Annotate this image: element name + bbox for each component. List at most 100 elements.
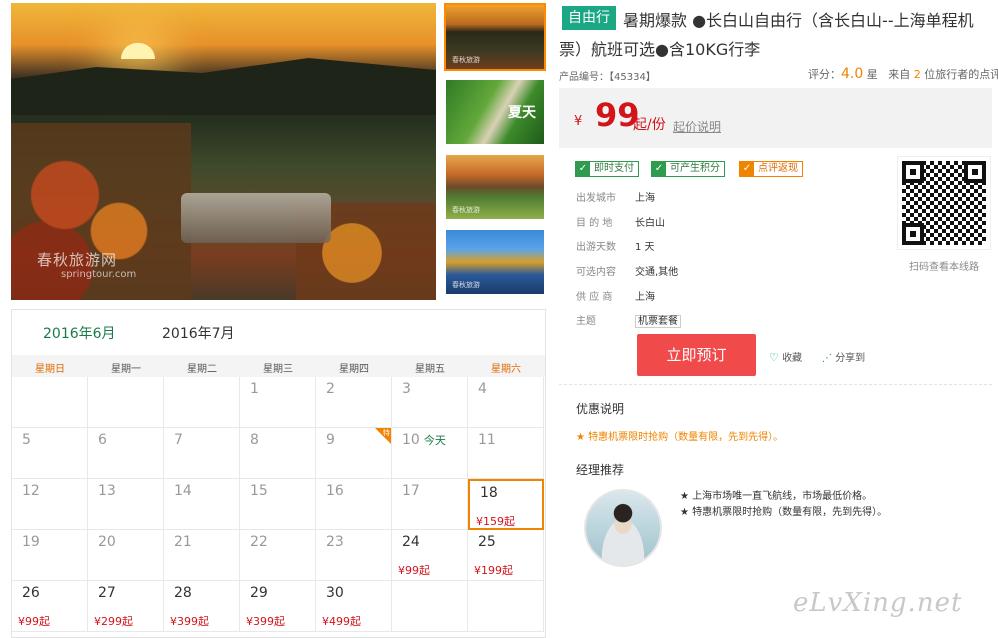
calendar-month-tabs: 2016年6月 2016年7月 [12,310,545,355]
weekday-label: 星期日 [35,364,65,375]
photo-watermark: 春秋旅游网 [37,251,118,269]
info-key: 供 应 商 [576,292,613,303]
thumbnail-boardwalk[interactable]: 夏天 [444,78,546,146]
calendar-day[interactable]: 25 ¥199起 [468,530,544,581]
calendar-day[interactable]: 28 ¥399起 [164,581,240,632]
day-number: 15 [250,483,268,499]
calendar-empty-cell [88,377,164,428]
info-destination: 目 的 地 长白山 [576,214,665,229]
section-divider [559,384,992,385]
tab-july[interactable]: 2016年7月 [162,323,235,343]
day-price: ¥99起 [18,615,50,628]
day-number: 21 [174,534,192,550]
calendar-day: 10 今天 [392,428,468,479]
info-value: 长白山 [635,218,665,229]
photo-watermark-sub: springtour.com [61,269,137,280]
calendar-day[interactable]: 29 ¥399起 [240,581,316,632]
calendar-day[interactable]: 26 ¥99起 [12,581,88,632]
thumbnail-watermark: 春秋旅游 [452,56,480,64]
calendar-day: 8 [240,428,316,479]
calendar-day: 15 [240,479,316,530]
day-number: 12 [22,483,40,499]
info-value: 1 天 [635,242,655,253]
day-number: 22 [250,534,268,550]
heart-icon: ♡ [769,351,779,364]
price-explain-link[interactable]: 起价说明 [673,118,721,135]
manager-avatar [584,489,662,567]
calendar-weekday-header: 星期日 星期一 星期二 星期三 星期四 星期五 星期六 [12,355,545,377]
product-type-badge: 自由行 [562,6,616,30]
info-key: 出发城市 [576,193,616,204]
calendar-day: 6 [88,428,164,479]
day-number: 23 [326,534,344,550]
weekday-label: 星期六 [491,364,521,375]
product-rating: 评分：4.0 星 来自 2 位旅行者的点评 [808,66,998,82]
info-value: 机票套餐 [635,312,681,328]
thumbnail-watermark: 春秋旅游 [452,281,480,289]
day-price: ¥499起 [322,615,361,628]
weekday-label: 星期三 [263,364,293,375]
day-number: 5 [22,432,31,448]
day-number: 7 [174,432,183,448]
day-price: ¥99起 [398,564,430,577]
calendar-day: 9特 [316,428,392,479]
calendar-day[interactable]: 18 ¥159起 [468,479,544,530]
product-id: 产品编号：【45334】 [559,72,656,83]
photo-resort [181,193,331,243]
day-price: ¥299起 [94,615,133,628]
day-number: 27 [98,585,116,601]
manager-heading: 经理推荐 [576,463,625,477]
calendar-day: 4 [468,377,544,428]
rating-suffix: 位旅行者的点评 [924,68,998,81]
day-number: 18 [480,485,498,501]
calendar-day: 13 [88,479,164,530]
book-now-button[interactable]: 立即预订 [637,334,756,376]
day-number: 28 [174,585,192,601]
promo-text: ★ 特惠机票限时抢购（数量有限，先到先得）。 [576,432,784,443]
calendar-day: 17 [392,479,468,530]
day-number: 30 [326,585,344,601]
calendar-day: 11 [468,428,544,479]
calendar-day: 14 [164,479,240,530]
badge-points: ✓ 可产生积分 [651,161,725,177]
thumbnail-lake[interactable]: 春秋旅游 [444,228,546,296]
info-supplier: 供 应 商 上海 [576,288,655,303]
info-theme: 主题 机票套餐 [576,312,681,328]
tab-june[interactable]: 2016年6月 [43,323,116,343]
day-number: 13 [98,483,116,499]
calendar-day: 2 [316,377,392,428]
day-number: 10 今天 [402,432,446,448]
day-price: ¥399起 [170,615,209,628]
favorite-button[interactable]: ♡ 收藏 [769,349,802,364]
calendar-day: 21 [164,530,240,581]
day-number: 19 [22,534,40,550]
info-key: 目 的 地 [576,218,613,229]
manager-line: ★ 特惠机票限时抢购（数量有限，先到先得）。 [680,507,888,518]
currency-symbol: ¥ [574,114,583,129]
theme-chip[interactable]: 机票套餐 [635,315,681,328]
calendar-day[interactable]: 24 ¥99起 [392,530,468,581]
day-number: 9 [326,432,335,448]
info-value: 交通,其他 [635,267,679,278]
day-number: 11 [478,432,496,448]
calendar-day: 20 [88,530,164,581]
day-number: 20 [98,534,116,550]
info-options: 可选内容 交通,其他 [576,263,678,278]
calendar-day: 3 [392,377,468,428]
qr-corner [902,223,924,245]
badge-label: 点评返现 [758,163,798,174]
rating-count[interactable]: 2 [914,68,921,81]
share-icon: ⋰ [822,353,832,364]
favorite-label: 收藏 [782,353,803,364]
thumbnail-sunset[interactable]: 春秋旅游 [444,3,546,71]
day-number: 4 [478,381,487,397]
share-button[interactable]: ⋰ 分享到 [822,349,865,364]
day-number: 29 [250,585,268,601]
thumbnail-golf[interactable]: 春秋旅游 [444,153,546,221]
badge-review-cashback: ✓ 点评返现 [739,161,803,177]
day-number: 17 [402,483,420,499]
promo-heading: 优惠说明 [576,402,625,416]
site-watermark: eLvXing.net [793,588,963,618]
calendar-day[interactable]: 27 ¥299起 [88,581,164,632]
calendar-day[interactable]: 30 ¥499起 [316,581,392,632]
